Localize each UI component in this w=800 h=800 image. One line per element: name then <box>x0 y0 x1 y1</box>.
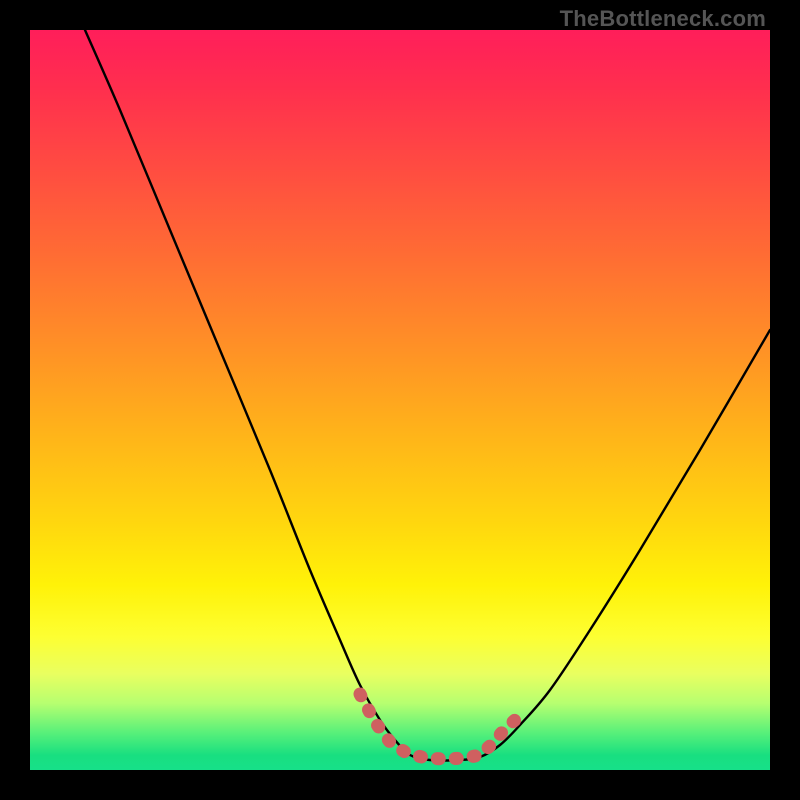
bottleneck-curve <box>85 30 770 760</box>
curve-layer <box>30 30 770 770</box>
watermark-label: TheBottleneck.com <box>560 6 766 32</box>
bottom-markers <box>360 694 515 759</box>
marker-stroke <box>360 694 515 759</box>
plot-area <box>30 30 770 770</box>
chart-frame: TheBottleneck.com <box>0 0 800 800</box>
